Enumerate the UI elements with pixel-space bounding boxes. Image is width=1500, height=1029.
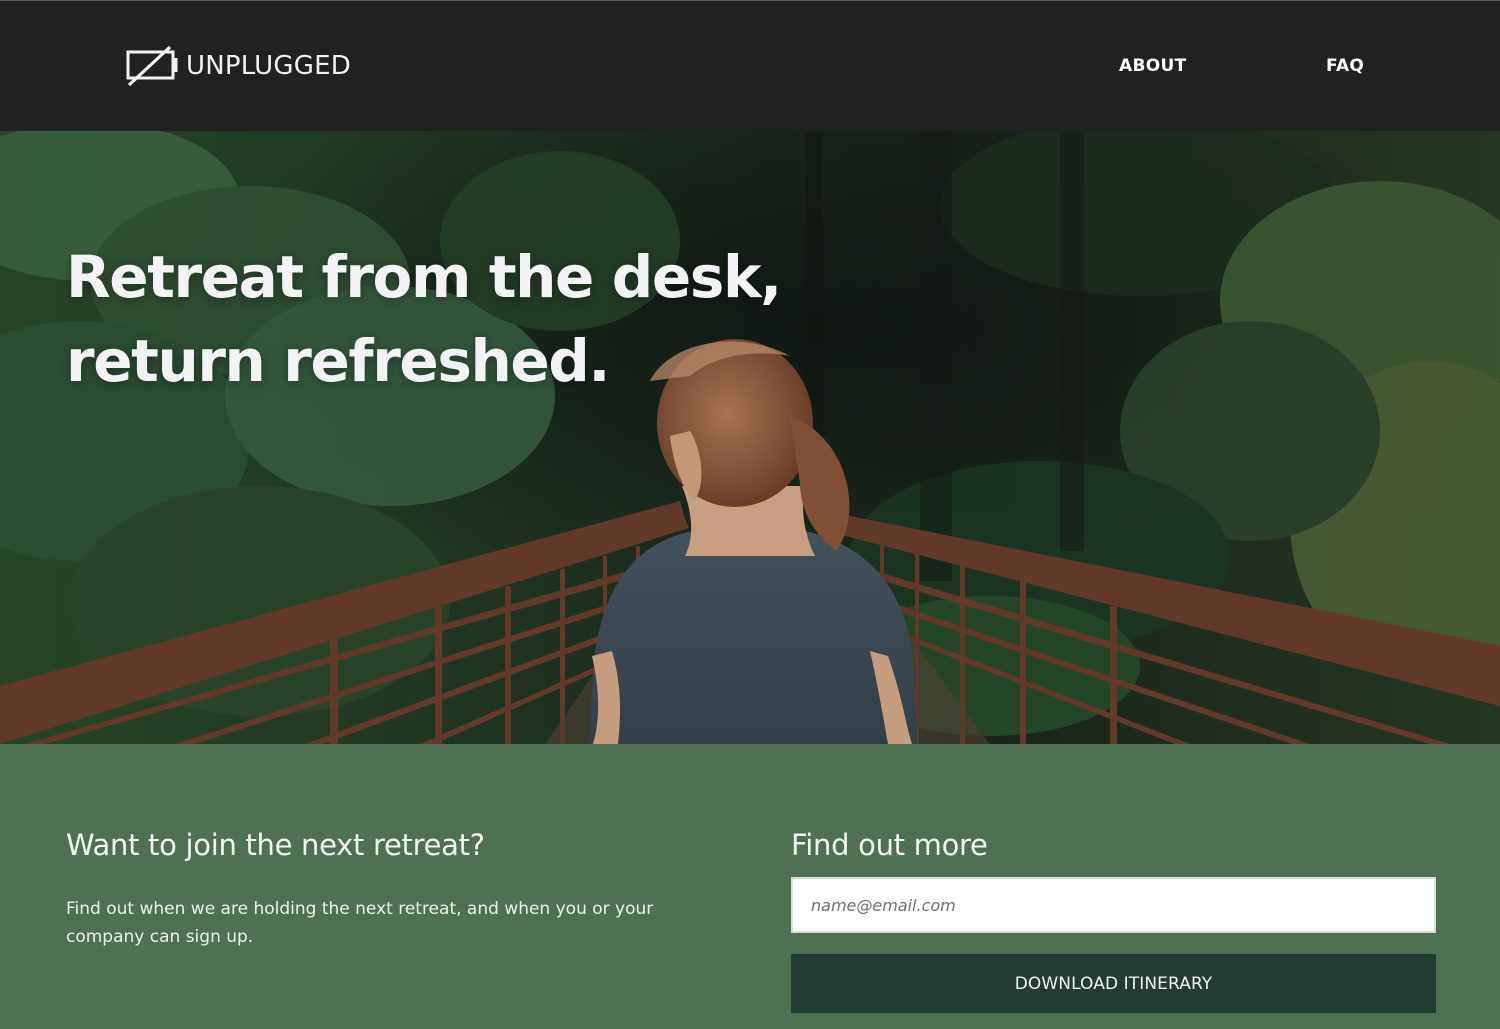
nav-link-faq[interactable]: FAQ [1326,56,1364,76]
site-header: UNPLUGGED ABOUT FAQ [0,0,1500,131]
join-description: Find out when we are holding the next re… [66,899,654,947]
join-heading: Want to join the next retreat? [66,828,485,862]
hero-title-line-2: return refreshed. [66,327,610,395]
hero-title: Retreat from the desk, return refreshed. [66,235,826,403]
find-out-more-heading: Find out more [791,828,988,862]
email-field[interactable] [791,877,1436,933]
hero-title-line-1: Retreat from the desk, [66,243,782,311]
logo-link[interactable]: UNPLUGGED [126,45,351,87]
hero-forest-bridge-photo [0,131,1500,744]
download-itinerary-button[interactable]: DOWNLOAD ITINERARY [791,954,1436,1013]
hero-banner: Retreat from the desk, return refreshed. [0,131,1500,744]
nav-link-about[interactable]: ABOUT [1119,56,1186,76]
logo-text: UNPLUGGED [186,51,351,81]
unplugged-battery-icon [126,45,179,87]
signup-section: Want to join the next retreat? Find out … [0,744,1500,1029]
